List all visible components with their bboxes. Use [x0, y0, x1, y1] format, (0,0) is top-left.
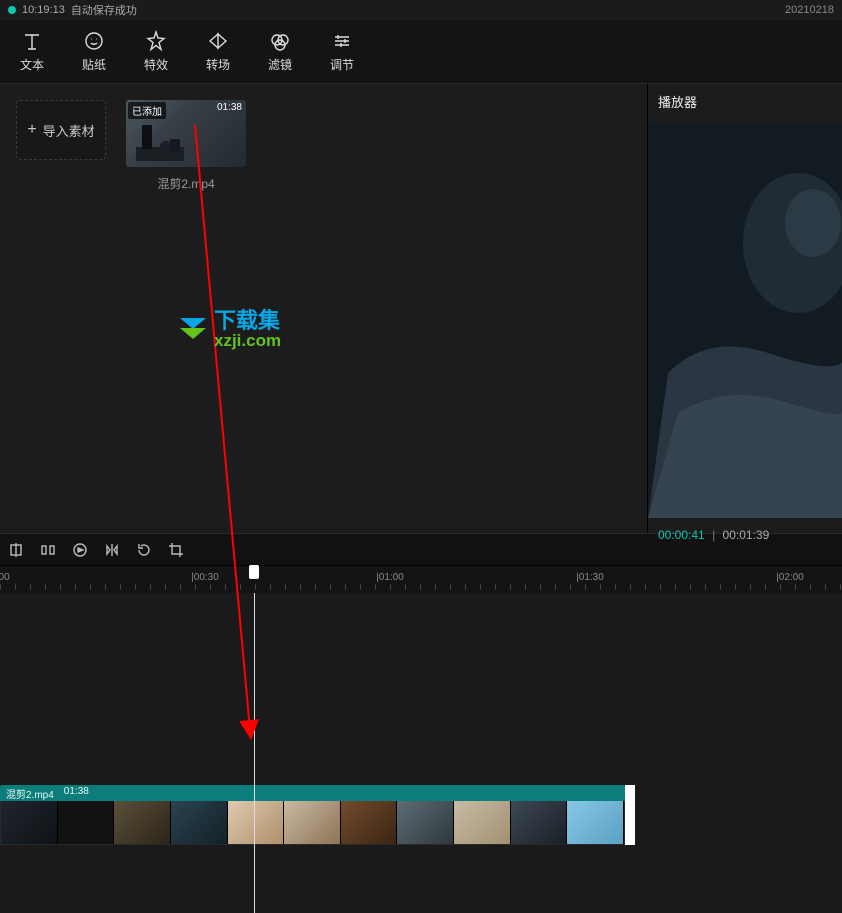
ruler-label: |01:00	[376, 572, 404, 583]
speed-icon	[72, 542, 88, 558]
playhead[interactable]	[254, 593, 255, 913]
effect-icon	[145, 30, 167, 52]
mirror-icon	[104, 542, 120, 558]
clip-header: 混剪2.mp4 01:38	[0, 785, 625, 801]
watermark: 下载集 xzji.com	[178, 310, 281, 349]
preview-timecode: 00:00:41 | 00:01:39	[648, 518, 842, 552]
tool-text[interactable]: 文本	[12, 30, 52, 73]
tool-sticker[interactable]: 贴纸	[74, 30, 114, 73]
asset-thumbnail: 已添加 01:38	[126, 100, 246, 167]
ruler-label: 0:00	[0, 572, 10, 583]
clip-frame	[171, 801, 228, 844]
tool-effect[interactable]: 特效	[136, 30, 176, 73]
split-icon	[8, 542, 24, 558]
clip-track[interactable]: 混剪2.mp4 01:38	[0, 785, 625, 845]
top-toolbar: 文本 贴纸 特效 转场 滤镜 调节	[0, 20, 842, 83]
preview-frame[interactable]	[648, 123, 842, 518]
tool-filter[interactable]: 滤镜	[260, 30, 300, 73]
clip-name: 混剪2.mp4	[6, 786, 54, 800]
tool-transition[interactable]: 转场	[198, 30, 238, 73]
tl-mirror-button[interactable]	[102, 540, 122, 560]
watermark-arrow-icon	[178, 315, 208, 345]
import-asset-button[interactable]: + 导入素材	[16, 100, 106, 160]
status-autosave: 自动保存成功	[71, 2, 137, 18]
preview-panel: 播放器 00:00:41 | 00:01:39	[648, 83, 842, 533]
clip-frame	[454, 801, 511, 844]
clip-frames	[0, 801, 625, 845]
asset-filename: 混剪2.mp4	[126, 175, 246, 192]
preview-title: 播放器	[648, 84, 842, 119]
thumb-scene-icon	[136, 117, 184, 161]
tl-crop-button[interactable]	[166, 540, 186, 560]
watermark-text-top: 下载集	[214, 310, 281, 332]
status-bar: 10:19:13 自动保存成功 20210218	[0, 0, 842, 20]
ruler-label: |00:30	[191, 572, 219, 583]
clip-frame	[58, 801, 115, 844]
ruler-label: |02:00	[776, 572, 804, 583]
adjust-icon	[331, 30, 353, 52]
timeline-body[interactable]: 混剪2.mp4 01:38	[0, 593, 842, 913]
preview-image-icon	[648, 123, 842, 518]
clip-frame	[114, 801, 171, 844]
status-date: 20210218	[785, 4, 834, 16]
transition-icon	[207, 30, 229, 52]
clip-frame	[341, 801, 398, 844]
status-timestamp: 10:19:13	[22, 4, 65, 16]
text-icon	[21, 30, 43, 52]
clip-frame	[1, 801, 58, 844]
clip-frame	[567, 801, 624, 844]
preview-current-time: 00:00:41	[658, 528, 705, 542]
clip-frame	[511, 801, 568, 844]
trim-icon	[40, 542, 56, 558]
asset-clip[interactable]: 已添加 01:38 混剪2.mp4	[126, 100, 246, 192]
filter-icon	[269, 30, 291, 52]
ruler-label: |01:30	[576, 572, 604, 583]
timeline-ruler[interactable]: 0:00 |00:30 |01:00 |01:30 |02:00	[0, 565, 842, 593]
asset-area: + 导入素材 已添加 01:38 混剪2.mp4	[0, 83, 648, 533]
sticker-icon	[83, 30, 105, 52]
preview-total-time: 00:01:39	[723, 528, 770, 542]
tl-split-button[interactable]	[6, 540, 26, 560]
clip-frame	[397, 801, 454, 844]
clip-duration: 01:38	[64, 786, 89, 800]
crop-icon	[168, 542, 184, 558]
clip-frame	[228, 801, 285, 844]
status-dot-icon	[8, 6, 16, 14]
asset-duration: 01:38	[217, 102, 242, 113]
tool-adjust[interactable]: 调节	[322, 30, 362, 73]
tl-speed-button[interactable]	[70, 540, 90, 560]
plus-icon: +	[27, 121, 36, 139]
tl-trim-button[interactable]	[38, 540, 58, 560]
watermark-text-bottom: xzji.com	[214, 332, 281, 349]
rotate-icon	[136, 542, 152, 558]
clip-frame	[284, 801, 341, 844]
tl-rotate-button[interactable]	[134, 540, 154, 560]
